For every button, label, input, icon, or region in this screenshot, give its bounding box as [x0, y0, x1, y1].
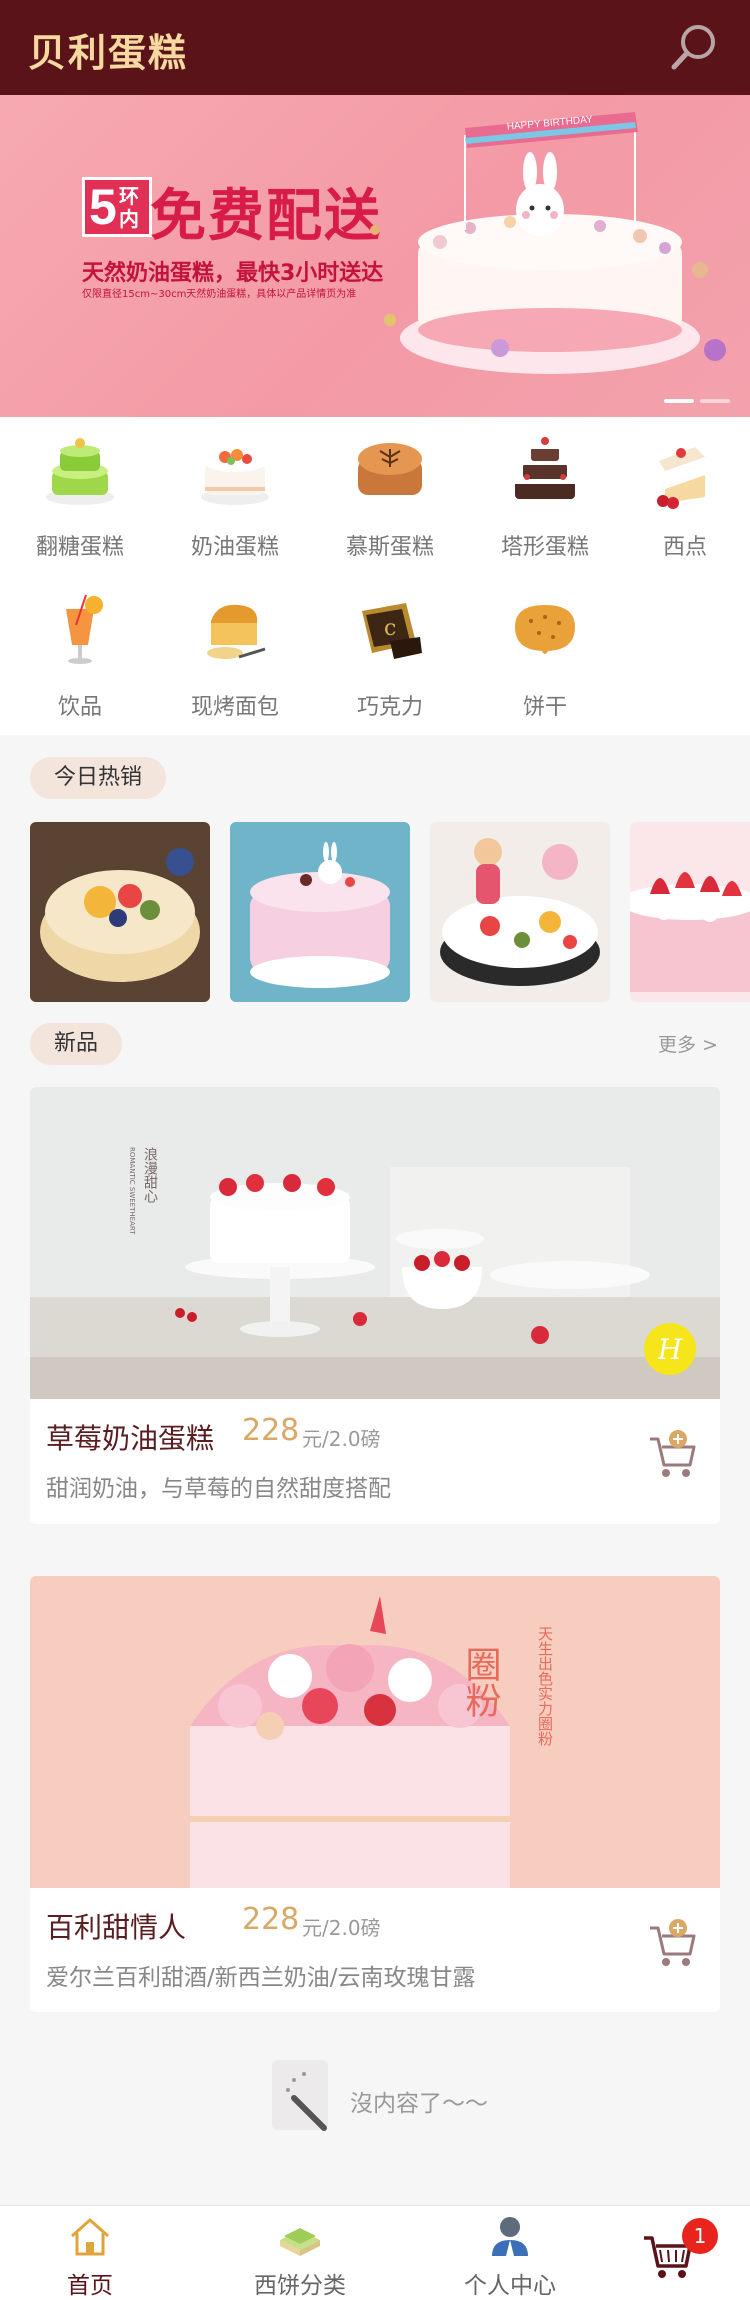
category-label: 饮品: [57, 695, 102, 720]
banner-subtitle: 天然奶油蛋糕，最快3小时送达: [82, 261, 384, 286]
product-name: 百利甜情人: [46, 1911, 187, 1944]
hot-item-fruit-cake[interactable]: [30, 822, 210, 1002]
app-header: 贝利蛋糕: [0, 0, 750, 95]
svg-text:c: c: [384, 616, 396, 641]
bunny-cake-image: [230, 822, 410, 1002]
more-link[interactable]: 更多 >: [658, 1030, 718, 1057]
hot-item-bunny-cake[interactable]: [230, 822, 410, 1002]
tower-cake-icon: [515, 437, 575, 499]
product-unit: 元/2.0磅: [302, 1916, 381, 1940]
product-desc: 甜润奶油，与草莓的自然甜度搭配: [46, 1476, 391, 1502]
strawberry-cream-cake-image: 浪漫甜心 ROMANTIC SWEETHEART H: [30, 1087, 720, 1399]
product-name: 草莓奶油蛋糕: [46, 1422, 215, 1455]
product-price: 228: [242, 1902, 300, 1937]
svg-text:H: H: [657, 1333, 683, 1366]
cream-cake-icon: [201, 449, 269, 505]
product-desc: 爱尔兰百利甜酒/新西兰奶油/云南玫瑰甘露: [46, 1965, 476, 1991]
drink-icon: [66, 594, 103, 664]
hot-item-strawberry-cake[interactable]: [630, 822, 750, 1002]
banner-fine-print: 仅限直径15cm~30cm天然奶油蛋糕，具体以产品详情页为准: [82, 289, 357, 300]
category-label: 塔形蛋糕: [500, 535, 589, 560]
bread-icon: [207, 604, 266, 659]
add-to-cart-icon[interactable]: [644, 1427, 700, 1483]
fruit-cake-image: [30, 822, 210, 1002]
category-chocolate[interactable]: c 巧克力: [320, 577, 460, 720]
tab-label: 首页: [67, 2273, 113, 2299]
pager-dot[interactable]: [700, 399, 730, 403]
product-card[interactable]: 圈粉 天生出色实力圈粉 百利甜情人 228 元/2.0磅 爱尔兰百利甜酒/新西兰…: [30, 1576, 720, 2012]
category-fondant-cake[interactable]: 翻糖蛋糕: [10, 417, 150, 560]
badge-text: 环内: [119, 184, 139, 231]
photo-caption: 圈粉: [460, 1646, 501, 1718]
category-tower-cake[interactable]: 塔形蛋糕: [475, 417, 615, 560]
category-pastry[interactable]: 西点: [615, 417, 750, 560]
home-icon: [71, 2218, 109, 2256]
search-icon[interactable]: [668, 20, 722, 74]
add-to-cart-icon[interactable]: [644, 1916, 700, 1972]
ring-badge: 5 环内: [82, 177, 152, 237]
cart-count-badge: 1: [682, 2218, 718, 2254]
tab-label: 西饼分类: [254, 2273, 346, 2299]
badge-number: 5: [89, 179, 117, 235]
pastry-icon: [657, 447, 705, 509]
product-photo: 浪漫甜心 ROMANTIC SWEETHEART H: [30, 1087, 720, 1399]
tab-label: 个人中心: [464, 2273, 556, 2299]
category-label: 饼干: [522, 695, 567, 720]
bottom-tab-bar: 首页 西饼分类 个人中心: [0, 2205, 750, 2300]
magic-wand-icon: [272, 2060, 328, 2131]
category-label: 慕斯蛋糕: [345, 535, 434, 560]
section-new-title: 新品: [30, 1023, 123, 1065]
tab-profile[interactable]: 个人中心: [420, 2206, 600, 2300]
photo-caption-sub: 天生出色实力圈粉: [536, 1626, 554, 1747]
product-card[interactable]: 浪漫甜心 ROMANTIC SWEETHEART H 草莓奶油蛋糕 228 元/…: [30, 1087, 720, 1524]
empty-state: 沒内容了～～: [270, 2058, 510, 2138]
category-label: 巧克力: [356, 695, 423, 720]
baileys-cake-image: 圈粉 天生出色实力圈粉: [30, 1576, 720, 1888]
fondant-cake-icon: [46, 438, 114, 505]
category-bread[interactable]: 现烤面包: [165, 577, 305, 720]
promo-banner[interactable]: 5 环内 免费配送 天然奶油蛋糕，最快3小时送达 仅限直径15cm~30cm天然…: [0, 95, 750, 417]
user-icon: [492, 2217, 528, 2256]
tab-home[interactable]: 首页: [0, 2206, 180, 2300]
category-cookie[interactable]: 饼干: [475, 577, 615, 720]
mousse-cake-icon: [358, 443, 422, 495]
category-label: 翻糖蛋糕: [35, 535, 124, 560]
cookie-icon: [515, 605, 575, 654]
birthday-cake-image: HAPPY BIRTHDAY: [370, 112, 726, 374]
strawberry-cake-image: [630, 822, 750, 1002]
photo-caption-en: ROMANTIC SWEETHEART: [128, 1147, 136, 1235]
product-price: 228: [242, 1413, 300, 1448]
brand-title: 贝利蛋糕: [28, 31, 189, 75]
hot-item-doll-cake[interactable]: [430, 822, 610, 1002]
category-label: 现烤面包: [190, 695, 279, 720]
empty-text: 沒内容了～～: [350, 2091, 488, 2117]
category-icon: [280, 2228, 320, 2256]
category-label: 西点: [662, 535, 707, 560]
category-mousse-cake[interactable]: 慕斯蛋糕: [320, 417, 460, 560]
section-hot-title: 今日热销: [30, 757, 167, 799]
doll-cake-image: [430, 822, 610, 1002]
photo-caption: 浪漫甜心: [142, 1147, 158, 1203]
category-label: 奶油蛋糕: [190, 535, 279, 560]
pager-dot-active[interactable]: [664, 399, 694, 403]
product-photo: 圈粉 天生出色实力圈粉: [30, 1576, 720, 1888]
chocolate-icon: c: [362, 603, 422, 659]
category-drink[interactable]: 饮品: [10, 577, 150, 720]
banner-pager: [664, 399, 730, 403]
tab-category[interactable]: 西饼分类: [210, 2206, 390, 2300]
banner-title: 免费配送: [150, 184, 382, 249]
category-cream-cake[interactable]: 奶油蛋糕: [165, 417, 305, 560]
category-grid: 翻糖蛋糕 奶油蛋糕 慕斯蛋糕 塔形蛋糕 西点 饮品 现烤面包 c 巧克力 饼干: [0, 417, 750, 735]
product-unit: 元/2.0磅: [302, 1427, 381, 1451]
